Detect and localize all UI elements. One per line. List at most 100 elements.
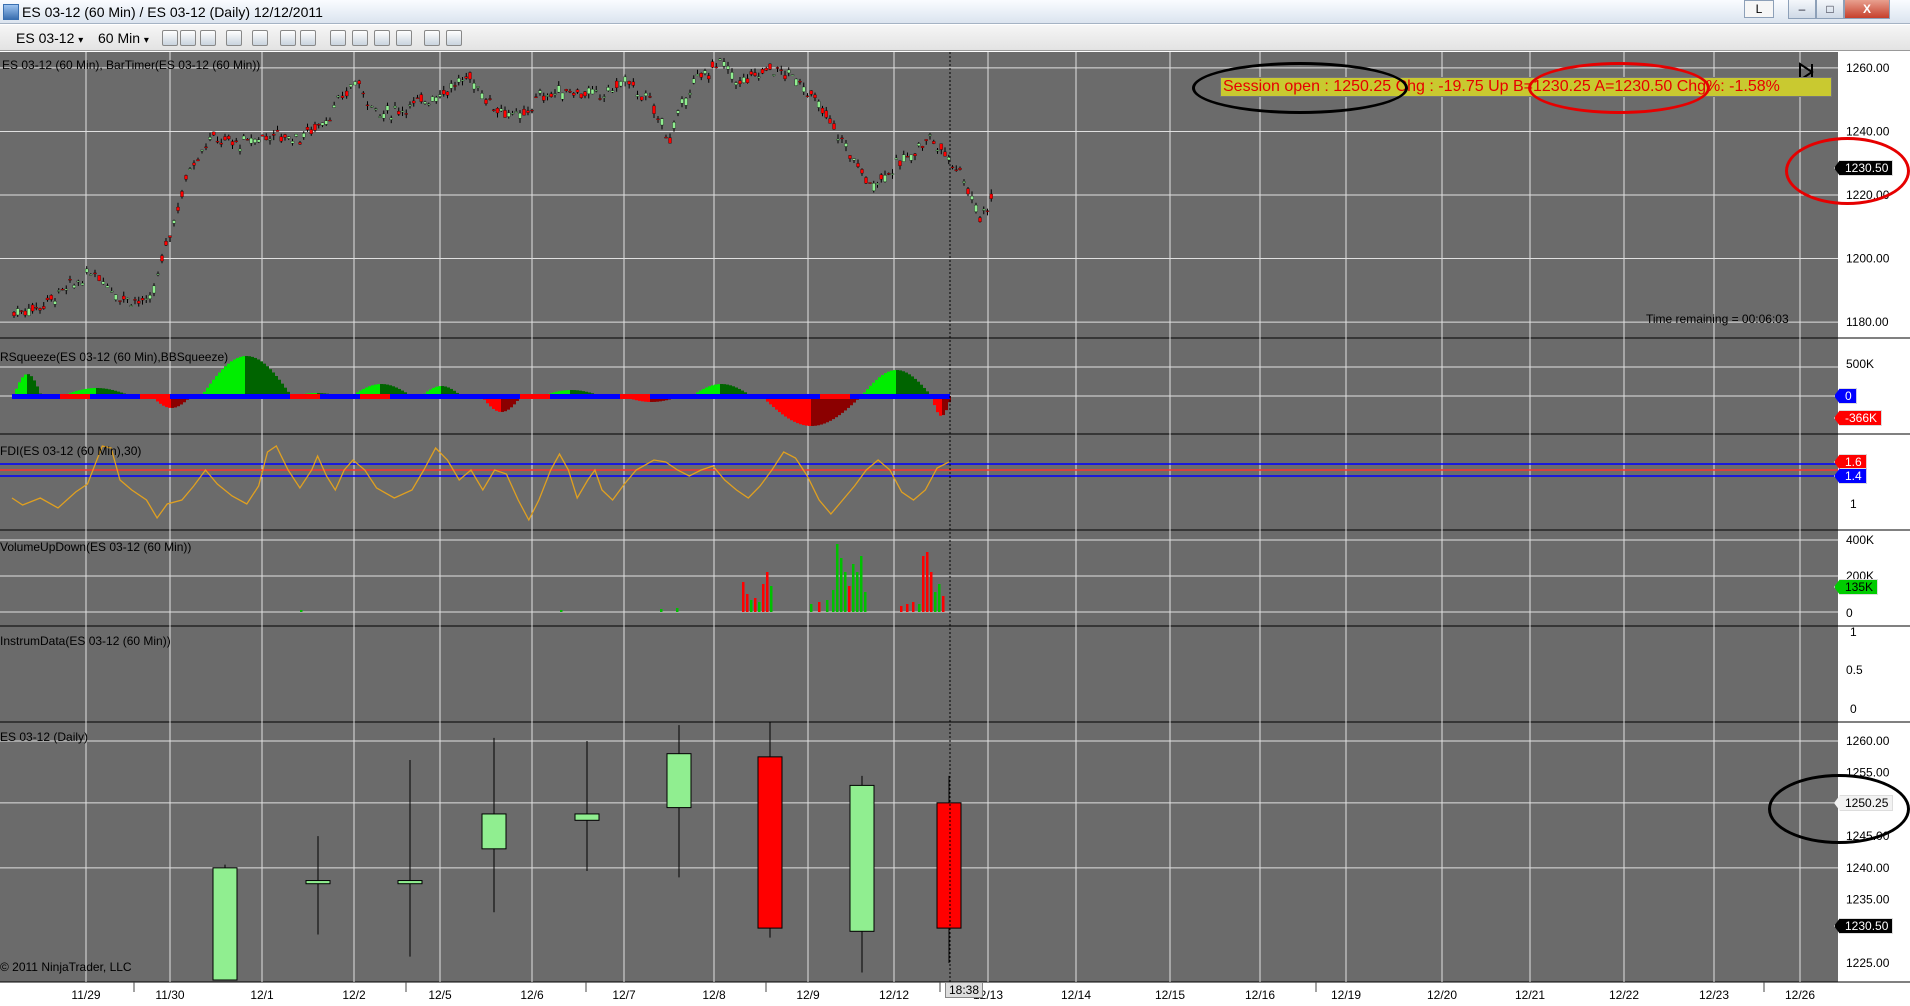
intraday-candle (950, 166, 955, 169)
intraday-candle (820, 107, 825, 114)
squeeze-bar (239, 356, 242, 396)
intraday-candle (530, 109, 534, 112)
zoom-out-icon[interactable] (252, 30, 268, 46)
pencil-icon[interactable] (200, 30, 216, 46)
intraday-candle (684, 97, 688, 106)
intraday-candle (828, 118, 832, 124)
interval-selector[interactable]: 60 Min ▾ (98, 29, 149, 47)
intraday-candle (664, 136, 668, 139)
volume-panel-label: VolumeUpDown(ES 03-12 (60 Min)) (0, 540, 192, 554)
squeeze-bar (793, 396, 796, 422)
chart-area[interactable]: 11/29 11/30 12/1 12/2 12/5 12/6 12/7 12/8 12/9 12… (0, 52, 1910, 1006)
data-box-icon[interactable] (374, 30, 390, 46)
intraday-candle (962, 181, 966, 184)
current-time-marker: 18:38 (945, 982, 984, 998)
plot-background (0, 52, 1838, 982)
intraday-candle (579, 93, 583, 98)
intraday-candle (85, 268, 89, 273)
squeeze-bar (248, 356, 251, 396)
x-tick-label: 12/6 (520, 988, 544, 1002)
intraday-candle (101, 281, 105, 285)
properties-icon[interactable] (396, 30, 412, 46)
intraday-candle (382, 113, 386, 119)
intraday-candle (798, 81, 802, 83)
volume-bar (754, 598, 757, 612)
volume-bar (746, 594, 749, 612)
squeeze-bar (823, 396, 826, 424)
intraday-candle (840, 137, 844, 140)
daily-panel-label: ES 03-12 (Daily) (0, 730, 89, 744)
intraday-candle (680, 98, 684, 104)
window-list-icon[interactable] (446, 30, 462, 46)
window-title: ES 03-12 (60 Min) / ES 03-12 (Daily) 12/… (22, 4, 323, 20)
close-button[interactable]: X (1844, 0, 1890, 19)
intraday-candle (688, 93, 692, 95)
intraday-candle (253, 139, 257, 143)
volume-bar (818, 602, 821, 612)
intraday-candle (920, 145, 925, 148)
intraday-candle (974, 204, 978, 212)
intraday-candle (730, 72, 734, 80)
intraday-candle (287, 136, 291, 139)
squeeze-bar (917, 381, 920, 396)
intraday-candle (943, 151, 947, 157)
intraday-candle (534, 96, 538, 98)
l-button[interactable]: L (1744, 0, 1774, 18)
intraday-candle (272, 133, 276, 136)
x-tick-label: 12/26 (1785, 988, 1815, 1002)
current-price-badge: 1230.50 (1834, 160, 1894, 176)
squeeze-dot (360, 394, 390, 399)
intraday-candle (223, 136, 227, 141)
intraday-candle (305, 126, 310, 130)
intraday-candle (260, 134, 265, 137)
intraday-candle (430, 96, 435, 102)
maximize-button[interactable]: □ (1816, 0, 1844, 19)
intraday-candle (472, 83, 476, 90)
volume-bar (750, 600, 753, 612)
intraday-candle (676, 110, 680, 114)
intraday-candle (249, 138, 253, 144)
intraday-candle (53, 301, 57, 305)
intraday-candle (852, 158, 856, 161)
instrument-selector[interactable]: ES 03-12 ▾ (16, 29, 83, 47)
intraday-candle (913, 153, 917, 156)
green-check-icon[interactable] (424, 30, 440, 46)
intraday-candle (290, 141, 295, 144)
price-axis-label: 1180.00 (1846, 315, 1889, 329)
intraday-candle (538, 90, 542, 94)
zoom-in-icon[interactable] (226, 30, 242, 46)
magnifier-icon[interactable] (300, 30, 316, 46)
chart-style-icon[interactable] (180, 30, 196, 46)
intraday-candle (72, 285, 76, 288)
x-tick-label: 11/30 (155, 988, 184, 1002)
intraday-candle (317, 124, 321, 126)
intraday-candle (457, 78, 461, 83)
squeeze-dot (60, 394, 90, 399)
minimize-button[interactable]: – (1788, 0, 1816, 19)
squeeze-bar (887, 371, 890, 396)
intraday-candle (982, 208, 986, 211)
indicators-icon[interactable] (330, 30, 346, 46)
volume-bar (930, 572, 933, 612)
intraday-candle (227, 135, 231, 140)
intraday-candle (549, 93, 553, 97)
intraday-candle (114, 294, 118, 300)
intraday-candle (738, 80, 742, 84)
squeeze-bar (899, 370, 902, 396)
intraday-candle (484, 99, 488, 104)
intraday-candle (526, 110, 530, 113)
intraday-candle (745, 78, 750, 83)
daily-candle-body (397, 880, 423, 885)
squeeze-bar (266, 366, 269, 396)
squeeze-bar (805, 396, 808, 426)
daily-open-badge: 1250.25 (1834, 795, 1894, 811)
intraday-candle (958, 167, 962, 170)
strategies-icon[interactable] (352, 30, 368, 46)
squeeze-bar (33, 380, 36, 396)
daily-candle-body (481, 813, 507, 850)
volume-bar (810, 604, 813, 612)
x-tick-label: 12/22 (1609, 988, 1639, 1002)
intraday-candle (361, 92, 365, 95)
crosshair-icon[interactable] (280, 30, 296, 46)
bars-type-icon[interactable] (162, 30, 178, 46)
